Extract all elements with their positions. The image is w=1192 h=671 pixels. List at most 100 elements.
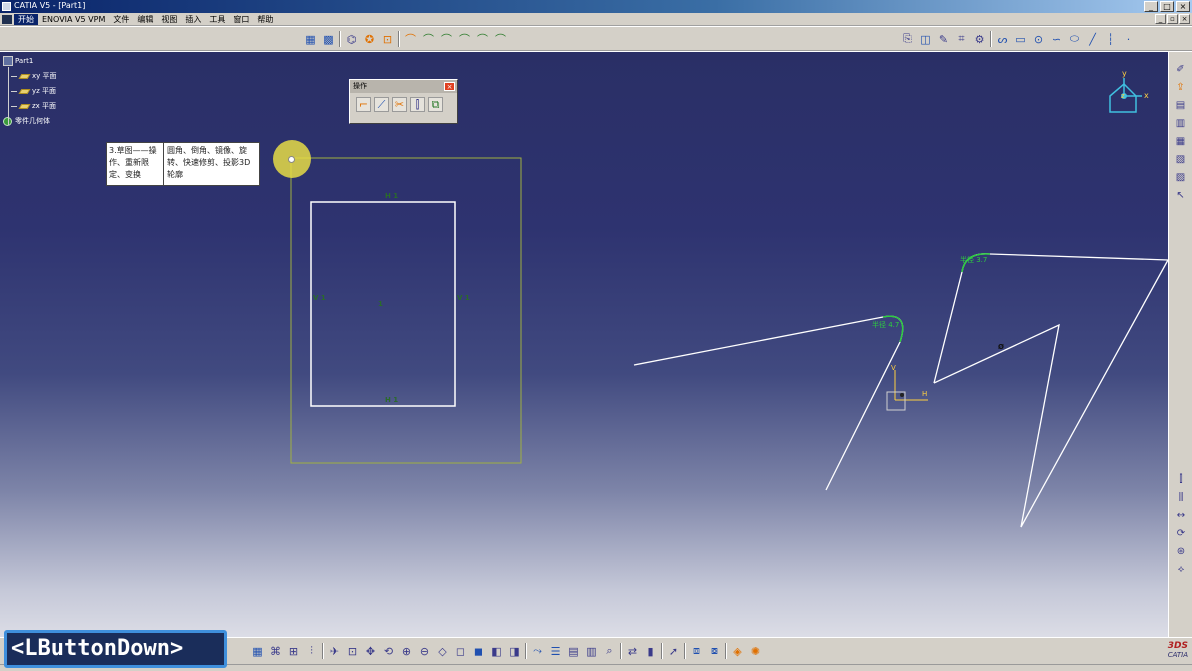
selection-box bbox=[290, 157, 522, 464]
tools-icon[interactable]: ⚙ bbox=[972, 32, 987, 47]
symmetry-icon[interactable]: ⫼ bbox=[1174, 490, 1188, 504]
ellipse-icon[interactable]: ⬭ bbox=[1067, 32, 1082, 47]
mouse-event-overlay: <LButtonDown> bbox=[4, 630, 227, 668]
layer-icon[interactable]: ⧈ bbox=[689, 644, 704, 659]
swap-visible-icon[interactable]: ◨ bbox=[507, 644, 522, 659]
sketch-polyline[interactable] bbox=[825, 315, 904, 491]
toolbar-separator bbox=[684, 643, 686, 659]
construction-element-icon[interactable]: ⌬ bbox=[344, 32, 359, 47]
radius-constraint[interactable]: 半径 4.7 bbox=[872, 320, 899, 330]
fly-mode-icon[interactable]: ✈ bbox=[327, 644, 342, 659]
catalog-icon[interactable]: ⊞ bbox=[286, 644, 301, 659]
layer-icon[interactable]: ⧇ bbox=[707, 644, 722, 659]
fit-all-icon[interactable]: ⊡ bbox=[345, 644, 360, 659]
radius-constraint[interactable]: 半径 3.7 bbox=[960, 255, 987, 265]
rectangle-icon[interactable]: ▭ bbox=[1013, 32, 1028, 47]
scale-icon[interactable]: ⊛ bbox=[1174, 544, 1188, 558]
render-icon[interactable]: ✺ bbox=[748, 644, 763, 659]
filter-icon[interactable]: ⫶ bbox=[304, 644, 319, 659]
arc-tool-icon[interactable]: ⌒ bbox=[421, 32, 436, 47]
hide-show-icon[interactable]: ◧ bbox=[489, 644, 504, 659]
toolbar-separator bbox=[725, 643, 727, 659]
menu-window[interactable]: 窗口 bbox=[229, 14, 253, 25]
v-axis-label: V bbox=[891, 364, 896, 372]
menu-view[interactable]: 视图 bbox=[157, 14, 181, 25]
sketch-icon[interactable]: ✐ bbox=[1174, 62, 1188, 76]
sketch-zigzag[interactable] bbox=[933, 253, 1168, 528]
doc-minimize-button[interactable]: _ bbox=[1155, 14, 1166, 24]
rect-bottom-constraint: H 1 bbox=[385, 396, 399, 404]
sketch-analysis-icon[interactable]: ✎ bbox=[936, 32, 951, 47]
offset-icon[interactable]: ⟡ bbox=[1174, 562, 1188, 576]
menu-enovia[interactable]: ENOVIA V5 VPM bbox=[38, 14, 109, 25]
axis-icon[interactable]: ┆ bbox=[1103, 32, 1118, 47]
sketch-line[interactable] bbox=[933, 253, 991, 384]
measure-icon[interactable]: ⇄ bbox=[625, 644, 640, 659]
menu-tools[interactable]: 工具 bbox=[205, 14, 229, 25]
box-view-icon[interactable]: ◻ bbox=[453, 644, 468, 659]
arc-tool-icon[interactable]: ⌒ bbox=[457, 32, 472, 47]
arc-tool-icon[interactable]: ⌒ bbox=[493, 32, 508, 47]
exit-workbench-icon[interactable]: ⎘ bbox=[900, 32, 915, 47]
arc-tool-icon[interactable]: ⌒ bbox=[475, 32, 490, 47]
curve-icon[interactable]: ∽ bbox=[1049, 32, 1064, 47]
menu-file[interactable]: 文件 bbox=[109, 14, 133, 25]
profile-icon[interactable]: ⌗ bbox=[954, 32, 969, 47]
menu-insert[interactable]: 插入 bbox=[181, 14, 205, 25]
rotate-icon[interactable]: ⟳ bbox=[1174, 526, 1188, 540]
menu-edit[interactable]: 编辑 bbox=[133, 14, 157, 25]
compass-z-label: z bbox=[1121, 92, 1125, 100]
doc-restore-button[interactable]: ▫ bbox=[1167, 14, 1178, 24]
view-icon[interactable]: ▤ bbox=[1174, 98, 1188, 112]
material-icon[interactable]: ◈ bbox=[730, 644, 745, 659]
spline-icon[interactable]: ᔕ bbox=[995, 32, 1010, 47]
update-icon[interactable]: ⇪ bbox=[1174, 80, 1188, 94]
close-button[interactable]: × bbox=[1176, 1, 1190, 12]
tree-icon[interactable]: ⌘ bbox=[268, 644, 283, 659]
mouse-cursor-icon bbox=[288, 156, 295, 163]
cut-part-icon[interactable]: ◫ bbox=[918, 32, 933, 47]
normal-view-icon[interactable]: ◇ bbox=[435, 644, 450, 659]
menu-help[interactable]: 帮助 bbox=[253, 14, 277, 25]
sketch-rectangle[interactable] bbox=[310, 201, 456, 407]
compass-widget[interactable]: y x z bbox=[1104, 69, 1149, 118]
document-icon[interactable] bbox=[2, 15, 12, 24]
arc-tool-icon[interactable]: ⌒ bbox=[403, 32, 418, 47]
circle-icon[interactable]: ⊙ bbox=[1031, 32, 1046, 47]
zoom-area-icon[interactable]: ⌕ bbox=[602, 644, 617, 659]
select-arrow-icon[interactable]: ↖ bbox=[1174, 188, 1188, 202]
toolbar-separator bbox=[322, 643, 324, 659]
snap-to-point-icon[interactable]: ▩ bbox=[321, 32, 336, 47]
shading-icon[interactable]: ◼ bbox=[471, 644, 486, 659]
rotate-view-icon[interactable]: ⟲ bbox=[381, 644, 396, 659]
geometric-constraints-icon[interactable]: ✪ bbox=[362, 32, 377, 47]
list-icon[interactable]: ☰ bbox=[548, 644, 563, 659]
sketch-line[interactable] bbox=[633, 316, 884, 366]
menu-start[interactable]: 开始 bbox=[14, 14, 38, 25]
mirror-icon[interactable]: ⫿ bbox=[1174, 472, 1188, 486]
zoom-out-icon[interactable]: ⊖ bbox=[417, 644, 432, 659]
zoom-in-icon[interactable]: ⊕ bbox=[399, 644, 414, 659]
minimize-button[interactable]: _ bbox=[1144, 1, 1158, 12]
grid-icon[interactable]: ▦ bbox=[303, 32, 318, 47]
dimensional-constraints-icon[interactable]: ⊡ bbox=[380, 32, 395, 47]
3d-viewport[interactable]: Part1 xy 平面 yz 平面 zx 平面 零件几何体 操作 × ⌐ ⟋ ✂… bbox=[0, 52, 1168, 637]
view-icon[interactable]: ▧ bbox=[1174, 152, 1188, 166]
line-icon[interactable]: ╱ bbox=[1085, 32, 1100, 47]
analysis-icon[interactable]: ⤳ bbox=[530, 644, 545, 659]
view-icon[interactable]: ▨ bbox=[1174, 170, 1188, 184]
pan-icon[interactable]: ✥ bbox=[363, 644, 378, 659]
book-icon[interactable]: ▮ bbox=[643, 644, 658, 659]
maximize-button[interactable]: □ bbox=[1160, 1, 1174, 12]
point-icon[interactable]: · bbox=[1121, 32, 1136, 47]
view-icon[interactable]: ▥ bbox=[1174, 116, 1188, 130]
arrow-icon[interactable]: ➚ bbox=[666, 644, 681, 659]
table-icon[interactable]: ▤ bbox=[566, 644, 581, 659]
view-icon[interactable]: ▦ bbox=[1174, 134, 1188, 148]
grid-view-icon[interactable]: ▦ bbox=[250, 644, 265, 659]
table-icon[interactable]: ▥ bbox=[584, 644, 599, 659]
doc-close-button[interactable]: × bbox=[1179, 14, 1190, 24]
arc-tool-icon[interactable]: ⌒ bbox=[439, 32, 454, 47]
translate-icon[interactable]: ↔ bbox=[1174, 508, 1188, 522]
toolbar-separator bbox=[620, 643, 622, 659]
